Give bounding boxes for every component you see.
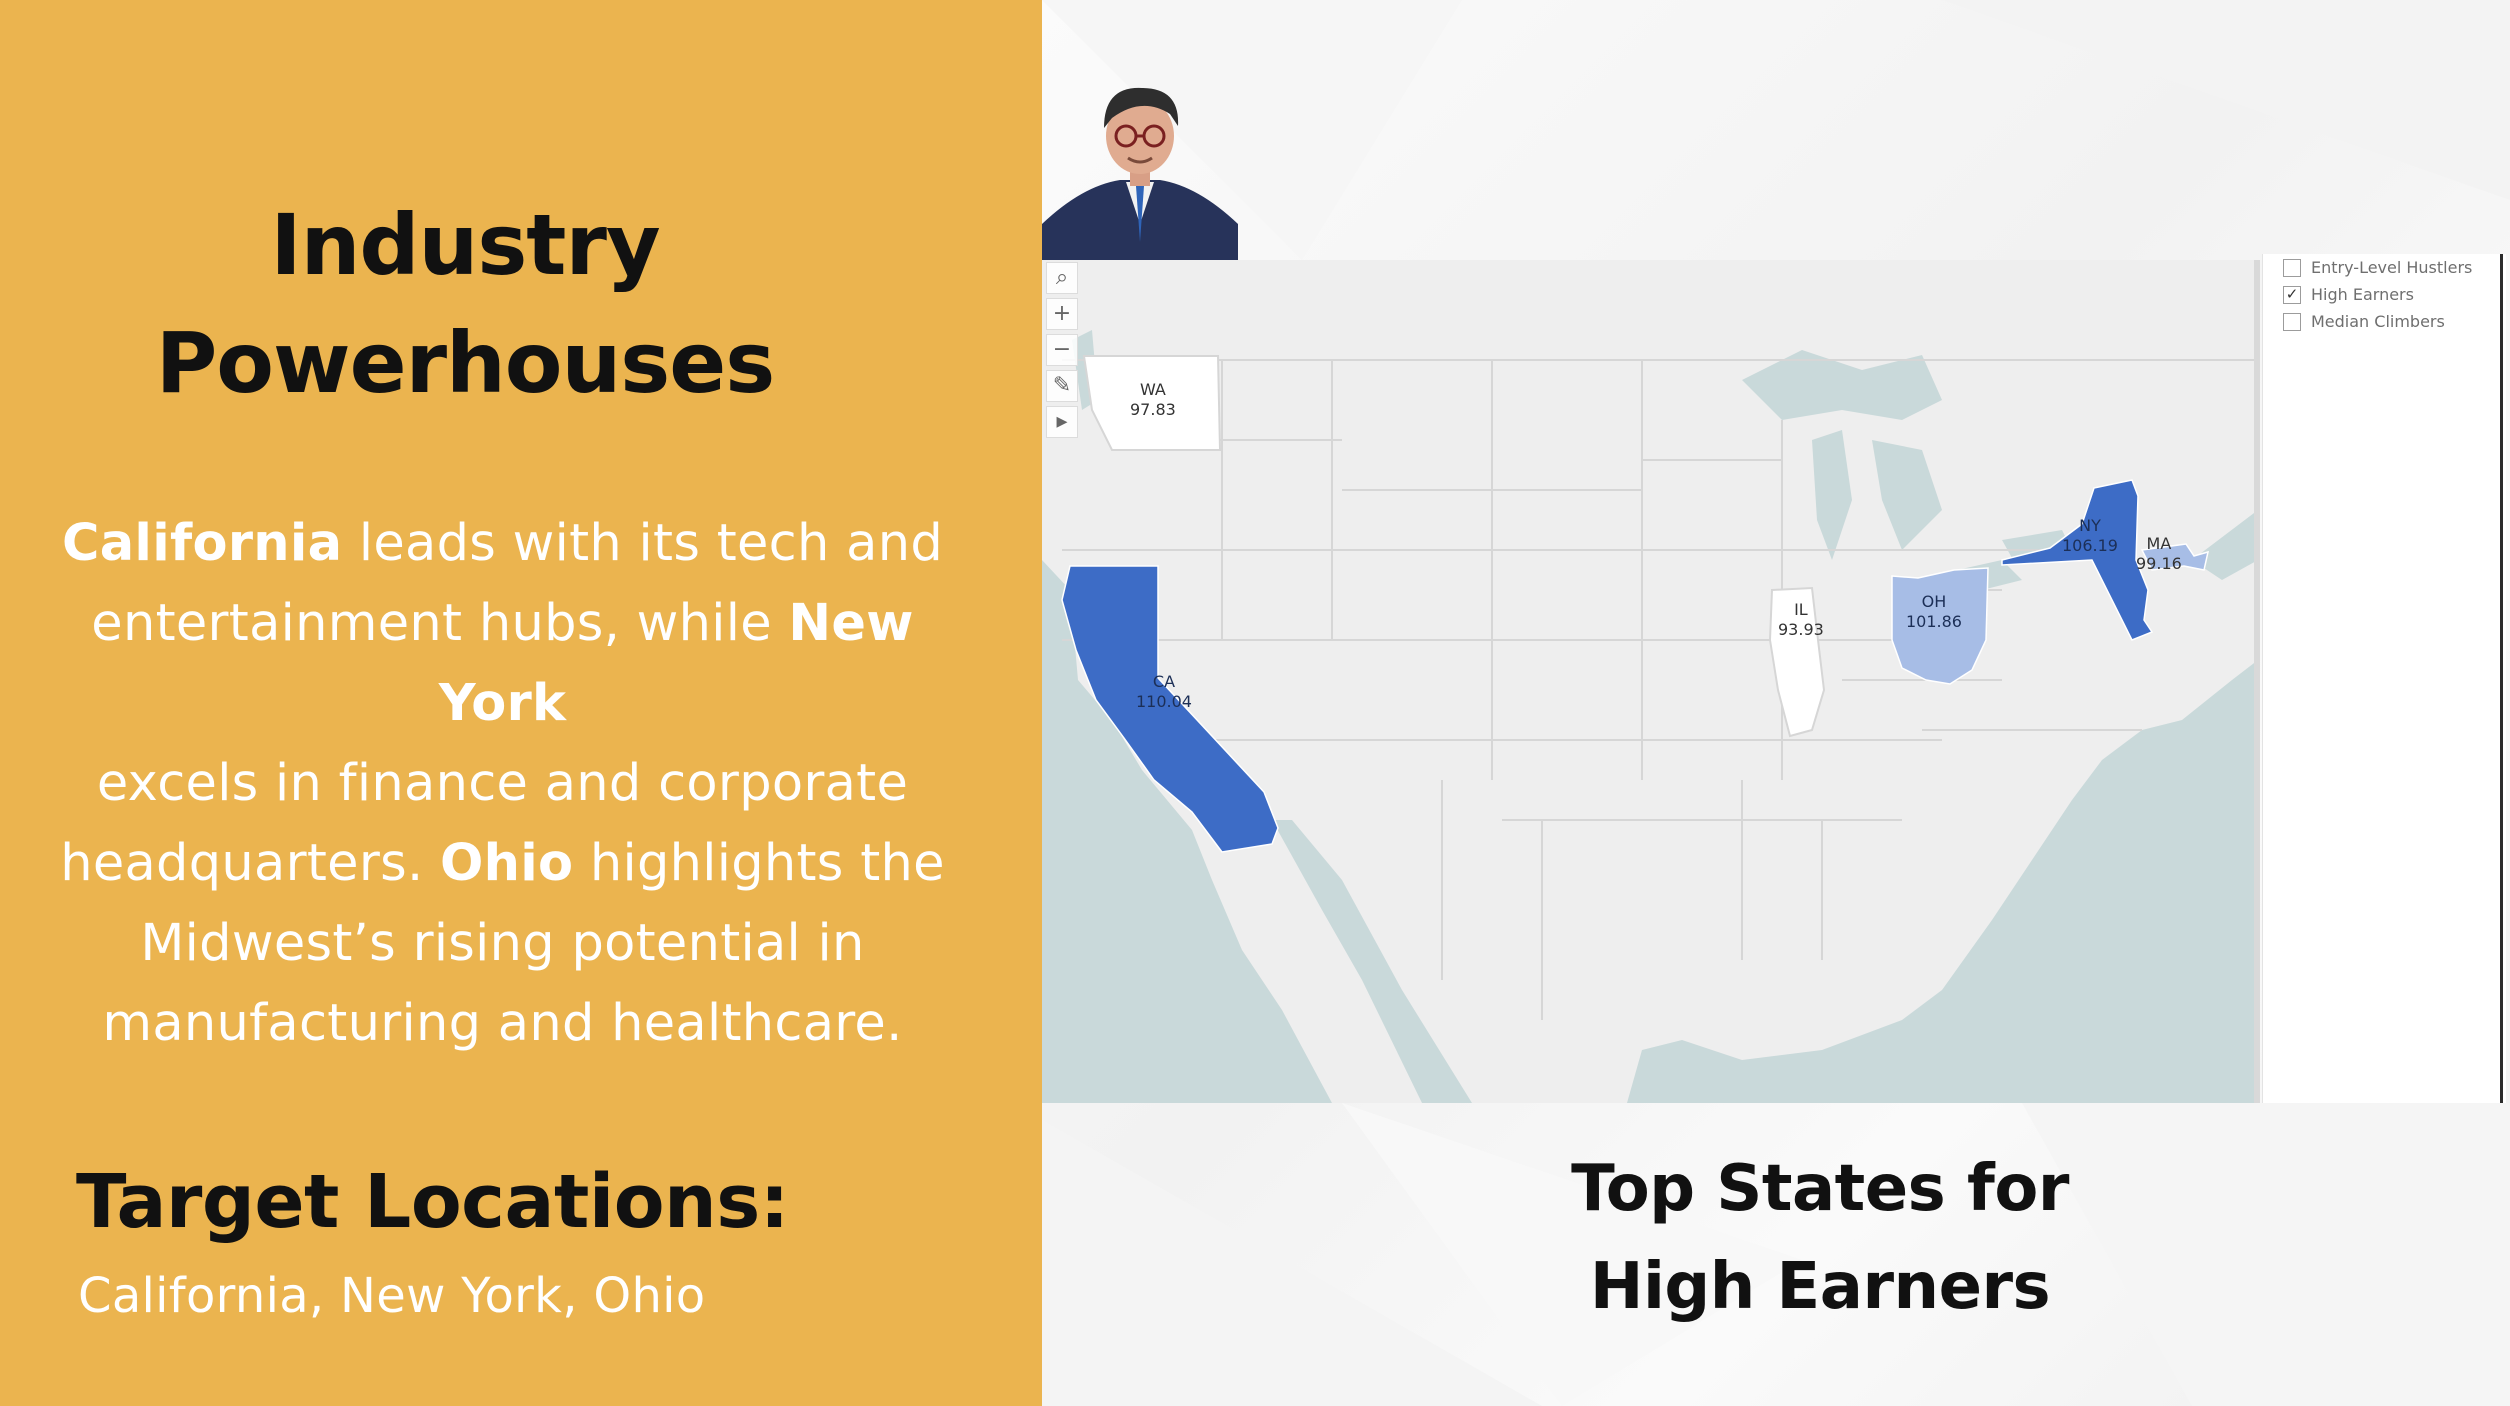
title-line-2: Powerhouses [155,314,776,412]
state-label-il: IL 93.93 [1778,600,1824,639]
filter-label: Entry-Level Hustlers [2311,258,2473,277]
state-label-oh: OH 101.86 [1906,592,1962,631]
filter-label: High Earners [2311,285,2414,304]
chart-caption: Top States for High Earners [1400,1140,2240,1336]
zoom-in-icon[interactable]: + [1046,298,1078,330]
filter-high-earners[interactable]: ✓ High Earners [2263,281,2506,308]
target-locations-heading: Target Locations: [76,1159,789,1245]
body-text: manufacturing and healthcare. [102,994,903,1053]
target-locations-list: California, New York, Ohio [78,1268,706,1324]
map-canvas[interactable] [1042,260,2258,1103]
highlight-california: California [61,514,343,573]
body-text: headquarters. [60,834,440,893]
state-label-ny: NY 106.19 [2062,516,2118,555]
zoom-out-icon[interactable]: − [1046,334,1078,366]
left-panel: Industry Powerhouses California leads wi… [0,0,1042,1406]
filter-label: Median Climbers [2311,312,2445,331]
caption-line-2: High Earners [1589,1250,2051,1324]
checkbox-checked-icon[interactable]: ✓ [2283,285,2301,304]
body-text: entertainment hubs, while [91,594,789,653]
avatar [1042,87,1238,260]
state-label-wa: WA 97.83 [1130,380,1176,419]
map-divider[interactable] [2254,260,2260,1103]
pin-icon[interactable]: ✎ [1046,370,1078,402]
checkbox-unchecked-icon[interactable] [2283,258,2301,277]
body-text: leads with its tech and [342,514,943,573]
filter-panel: Entry-Level Hustlers ✓ High Earners Medi… [2262,254,2506,1103]
body-text: Midwest’s rising potential in [140,914,865,973]
state-label-ma: MA 99.16 [2136,534,2182,573]
filter-entry-level[interactable]: Entry-Level Hustlers [2263,254,2506,281]
checkbox-unchecked-icon[interactable] [2283,312,2301,331]
scrollbar[interactable] [2500,254,2503,1103]
expand-icon[interactable]: ▸ [1046,406,1078,438]
caption-line-1: Top States for [1571,1152,2069,1226]
body-text: highlights the [573,834,945,893]
page-title: Industry Powerhouses [0,186,930,422]
filter-median-climbers[interactable]: Median Climbers [2263,308,2506,335]
body-text: excels in finance and corporate [96,754,909,813]
search-icon[interactable]: ⌕ [1046,262,1078,294]
title-line-1: Industry [270,196,660,294]
us-choropleth-map[interactable] [1042,260,2258,1103]
highlight-ohio: Ohio [439,834,574,893]
state-label-ca: CA 110.04 [1136,672,1192,711]
map-toolbar: ⌕ + − ✎ ▸ [1046,262,1078,438]
description-paragraph: California leads with its tech and enter… [20,504,985,1064]
